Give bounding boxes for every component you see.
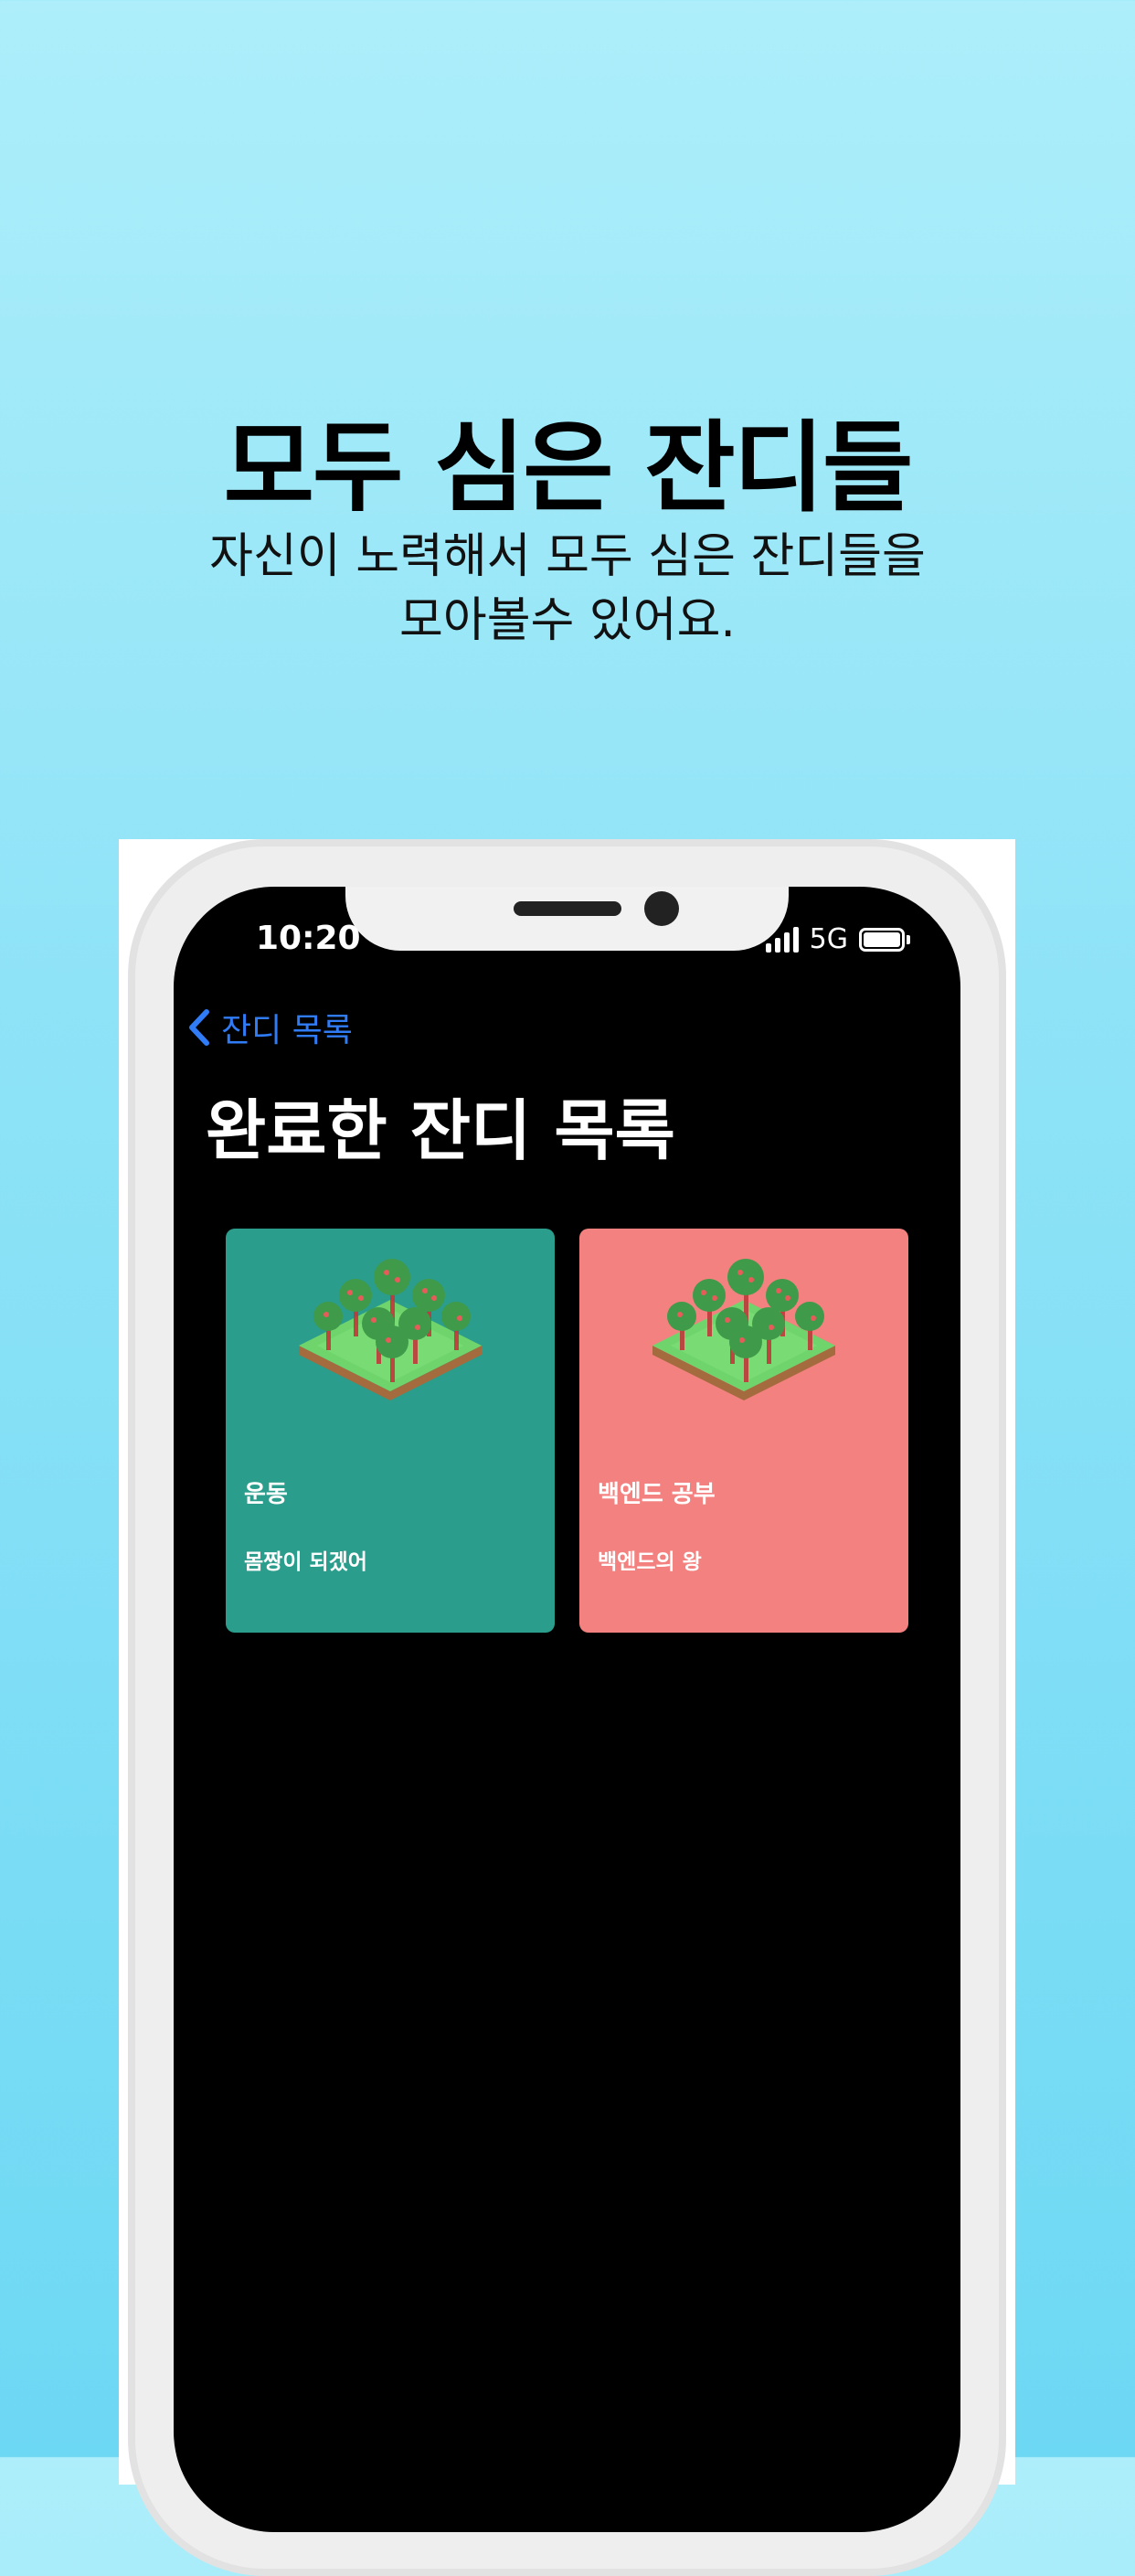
chevron-left-icon [189,1009,209,1046]
completed-grass-card[interactable]: 운동 몸짱이 되겠어 [226,1229,555,1633]
promo-subtitle-line-1: 자신이 노력해서 모두 심은 잔디들을 [209,529,926,584]
front-camera [644,891,679,926]
screen-title: 완료한 잔디 목록 [206,1092,675,1169]
promo-subtitle-line-2: 모아볼수 있어요. [399,593,736,648]
completed-grass-card[interactable]: 백엔드 공부 백엔드의 왕 [579,1229,908,1633]
card-subtitle: 백엔드의 왕 [598,1550,702,1574]
signal-bars-icon [765,926,799,953]
promo-title: 모두 심은 잔디들 [223,411,914,526]
promo-subtitle: 자신이 노력해서 모두 심은 잔디들을 모아볼수 있어요. [0,525,1135,653]
card-title: 운동 [244,1481,288,1508]
speaker-grille [514,901,621,916]
phone-notch [345,887,789,951]
back-button-label: 잔디 목록 [221,1012,353,1049]
phone-screen: 10:20 5G 잔디 목록 완료한 잔디 목록 운동 몸짱이 되겠어 백엔드 … [174,887,960,2532]
isometric-tree-garden-icon [652,1259,835,1400]
card-title: 백엔드 공부 [598,1481,716,1508]
isometric-tree-garden-icon [299,1259,482,1400]
status-time: 10:20 [256,920,361,957]
card-subtitle: 몸짱이 되겠어 [244,1550,367,1574]
battery-icon [859,927,910,952]
network-type: 5G [809,923,848,955]
status-bar-right: 5G [765,923,910,955]
back-button[interactable]: 잔디 목록 [186,1004,353,1051]
